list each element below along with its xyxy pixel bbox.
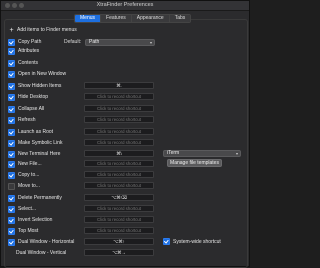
tab-tabs[interactable]: Tabs <box>169 15 191 22</box>
default-label: Default: <box>64 39 82 45</box>
move-to-shortcut[interactable]: Click to record shortcut <box>84 182 154 189</box>
tab-menus[interactable]: Menus <box>75 15 102 22</box>
launch-as-root-checkbox[interactable] <box>8 128 15 136</box>
new-file-checkbox[interactable] <box>8 160 15 168</box>
copy-path-row[interactable]: Copy Path <box>8 38 41 46</box>
make-symbolic-link-shortcut[interactable]: Click to record shortcut <box>84 139 154 146</box>
item-label: Collapse All <box>18 106 45 112</box>
item-label: Refresh <box>18 117 36 123</box>
item-label: New Terminal Here <box>18 151 61 157</box>
item-collapse-all[interactable]: Collapse All <box>8 105 44 113</box>
item-label: Show Hidden Items <box>18 83 62 89</box>
item-dual-window-vertical: Dual Window - Vertical <box>8 249 66 257</box>
new-terminal-here-checkbox[interactable] <box>8 150 15 158</box>
item-label: Dual Window - Vertical <box>16 250 67 256</box>
item-label: Launch as Root <box>18 129 54 135</box>
make-symbolic-link-checkbox[interactable] <box>8 139 15 147</box>
item-launch-as-root[interactable]: Launch as Root <box>8 128 53 136</box>
terminal-app-value: iTerm <box>167 150 180 156</box>
terminal-app-popup[interactable]: iTerm ▾ <box>163 150 241 157</box>
item-label: Move to... <box>18 183 40 189</box>
system-wide-shortcut-checkbox[interactable] <box>163 238 170 245</box>
launch-as-root-shortcut[interactable]: Click to record shortcut <box>84 128 154 135</box>
new-file-shortcut[interactable]: Click to record shortcut <box>84 160 154 167</box>
dual-window-horizontal-checkbox[interactable] <box>8 238 15 246</box>
show-hidden-items-checkbox[interactable] <box>8 82 15 90</box>
item-label: Make Symbolic Link <box>18 140 63 146</box>
hide-desktop-checkbox[interactable] <box>8 93 15 101</box>
item-label: Hide Desktop <box>18 94 49 100</box>
item-label: Invert Selection <box>18 217 53 223</box>
tab-appearance[interactable]: Appearance <box>131 15 170 22</box>
item-label: Copy to... <box>18 172 40 178</box>
hide-desktop-shortcut[interactable]: Click to record shortcut <box>84 93 154 100</box>
manage-file-templates-button[interactable]: Manage file templates <box>167 159 222 167</box>
copy-to-checkbox[interactable] <box>8 171 15 179</box>
titlebar: XtraFinder Preferences <box>1 1 249 11</box>
new-terminal-here-shortcut[interactable]: ⌘\ <box>84 150 154 157</box>
top-most-shortcut[interactable]: Click to record shortcut <box>84 227 154 234</box>
plus-icon: + <box>9 26 14 34</box>
copy-to-shortcut[interactable]: Click to record shortcut <box>84 171 154 178</box>
refresh-shortcut[interactable]: Click to record shortcut <box>84 116 154 123</box>
item-top-most[interactable]: Top Most <box>8 227 38 235</box>
top-most-checkbox[interactable] <box>8 227 15 235</box>
system-wide-shortcut-label: System-wide shortcut <box>173 238 221 245</box>
attributes-checkbox[interactable] <box>8 47 15 55</box>
show-hidden-items-shortcut[interactable]: ⌘. <box>84 82 154 89</box>
tab-bar: Menus Features Appearance Tabs <box>74 14 192 23</box>
item-copy-to[interactable]: Copy to... <box>8 171 39 179</box>
item-refresh[interactable]: Refresh <box>8 116 36 124</box>
item-delete-permanently[interactable]: Delete Permanently <box>8 194 62 202</box>
item-label: Dual Window - Horizontal <box>18 239 75 245</box>
copy-path-checkbox[interactable] <box>8 38 15 46</box>
select-shortcut[interactable]: Click to record shortcut <box>84 205 154 212</box>
item-open-in-new-window[interactable]: Open in New Window <box>8 70 66 78</box>
dual-window-vertical-shortcut[interactable]: ⌥⌘→ <box>84 249 154 256</box>
item-invert-selection[interactable]: Invert Selection <box>8 216 52 224</box>
item-label: Delete Permanently <box>18 195 62 201</box>
add-items-header: + Add items to Finder menus <box>8 26 77 34</box>
collapse-all-checkbox[interactable] <box>8 105 15 113</box>
invert-selection-checkbox[interactable] <box>8 216 15 224</box>
item-label: Attributes <box>18 48 40 54</box>
item-make-symbolic-link[interactable]: Make Symbolic Link <box>8 139 62 147</box>
copy-path-default-value: Path <box>89 39 100 45</box>
window-title: XtraFinder Preferences <box>96 2 154 8</box>
delete-permanently-checkbox[interactable] <box>8 194 15 202</box>
item-label: Select... <box>18 206 37 212</box>
refresh-checkbox[interactable] <box>8 116 15 124</box>
invert-selection-shortcut[interactable]: Click to record shortcut <box>84 216 154 223</box>
item-dual-window-horizontal[interactable]: Dual Window - Horizontal <box>8 238 74 246</box>
system-wide-shortcut-row[interactable]: System-wide shortcut <box>163 238 221 245</box>
chevron-down-icon: ▾ <box>235 151 238 156</box>
add-items-label: Add items to Finder menus <box>17 27 77 33</box>
copy-path-default-popup[interactable]: Path ▾ <box>85 39 155 46</box>
move-to-checkbox[interactable] <box>8 182 15 190</box>
item-label: Open in New Window <box>18 71 67 77</box>
select-checkbox[interactable] <box>8 205 15 213</box>
item-hide-desktop[interactable]: Hide Desktop <box>8 93 48 101</box>
item-label: New File... <box>18 161 42 167</box>
item-label: Top Most <box>18 228 39 234</box>
item-move-to[interactable]: Move to... <box>8 182 40 190</box>
item-new-file[interactable]: New File... <box>8 160 42 168</box>
chevron-down-icon: ▾ <box>149 40 152 45</box>
collapse-all-shortcut[interactable]: Click to record shortcut <box>84 105 154 112</box>
tab-features[interactable]: Features <box>101 15 132 22</box>
item-new-terminal-here[interactable]: New Terminal Here <box>8 150 60 158</box>
item-show-hidden-items[interactable]: Show Hidden Items <box>8 82 61 90</box>
item-label: Contents <box>18 60 39 66</box>
preferences-window: XtraFinder Preferences Menus Features Ap… <box>0 0 250 268</box>
dual-window-horizontal-shortcut[interactable]: ⌥⌘↑ <box>84 238 154 245</box>
item-attributes[interactable]: Attributes <box>8 47 39 55</box>
copy-path-label: Copy Path <box>18 39 42 45</box>
item-contents[interactable]: Contents <box>8 59 38 67</box>
contents-checkbox[interactable] <box>8 59 15 67</box>
item-select[interactable]: Select... <box>8 205 36 213</box>
open-in-new-window-checkbox[interactable] <box>8 70 15 78</box>
delete-permanently-shortcut[interactable]: ⌥⌘⌫ <box>84 194 154 201</box>
